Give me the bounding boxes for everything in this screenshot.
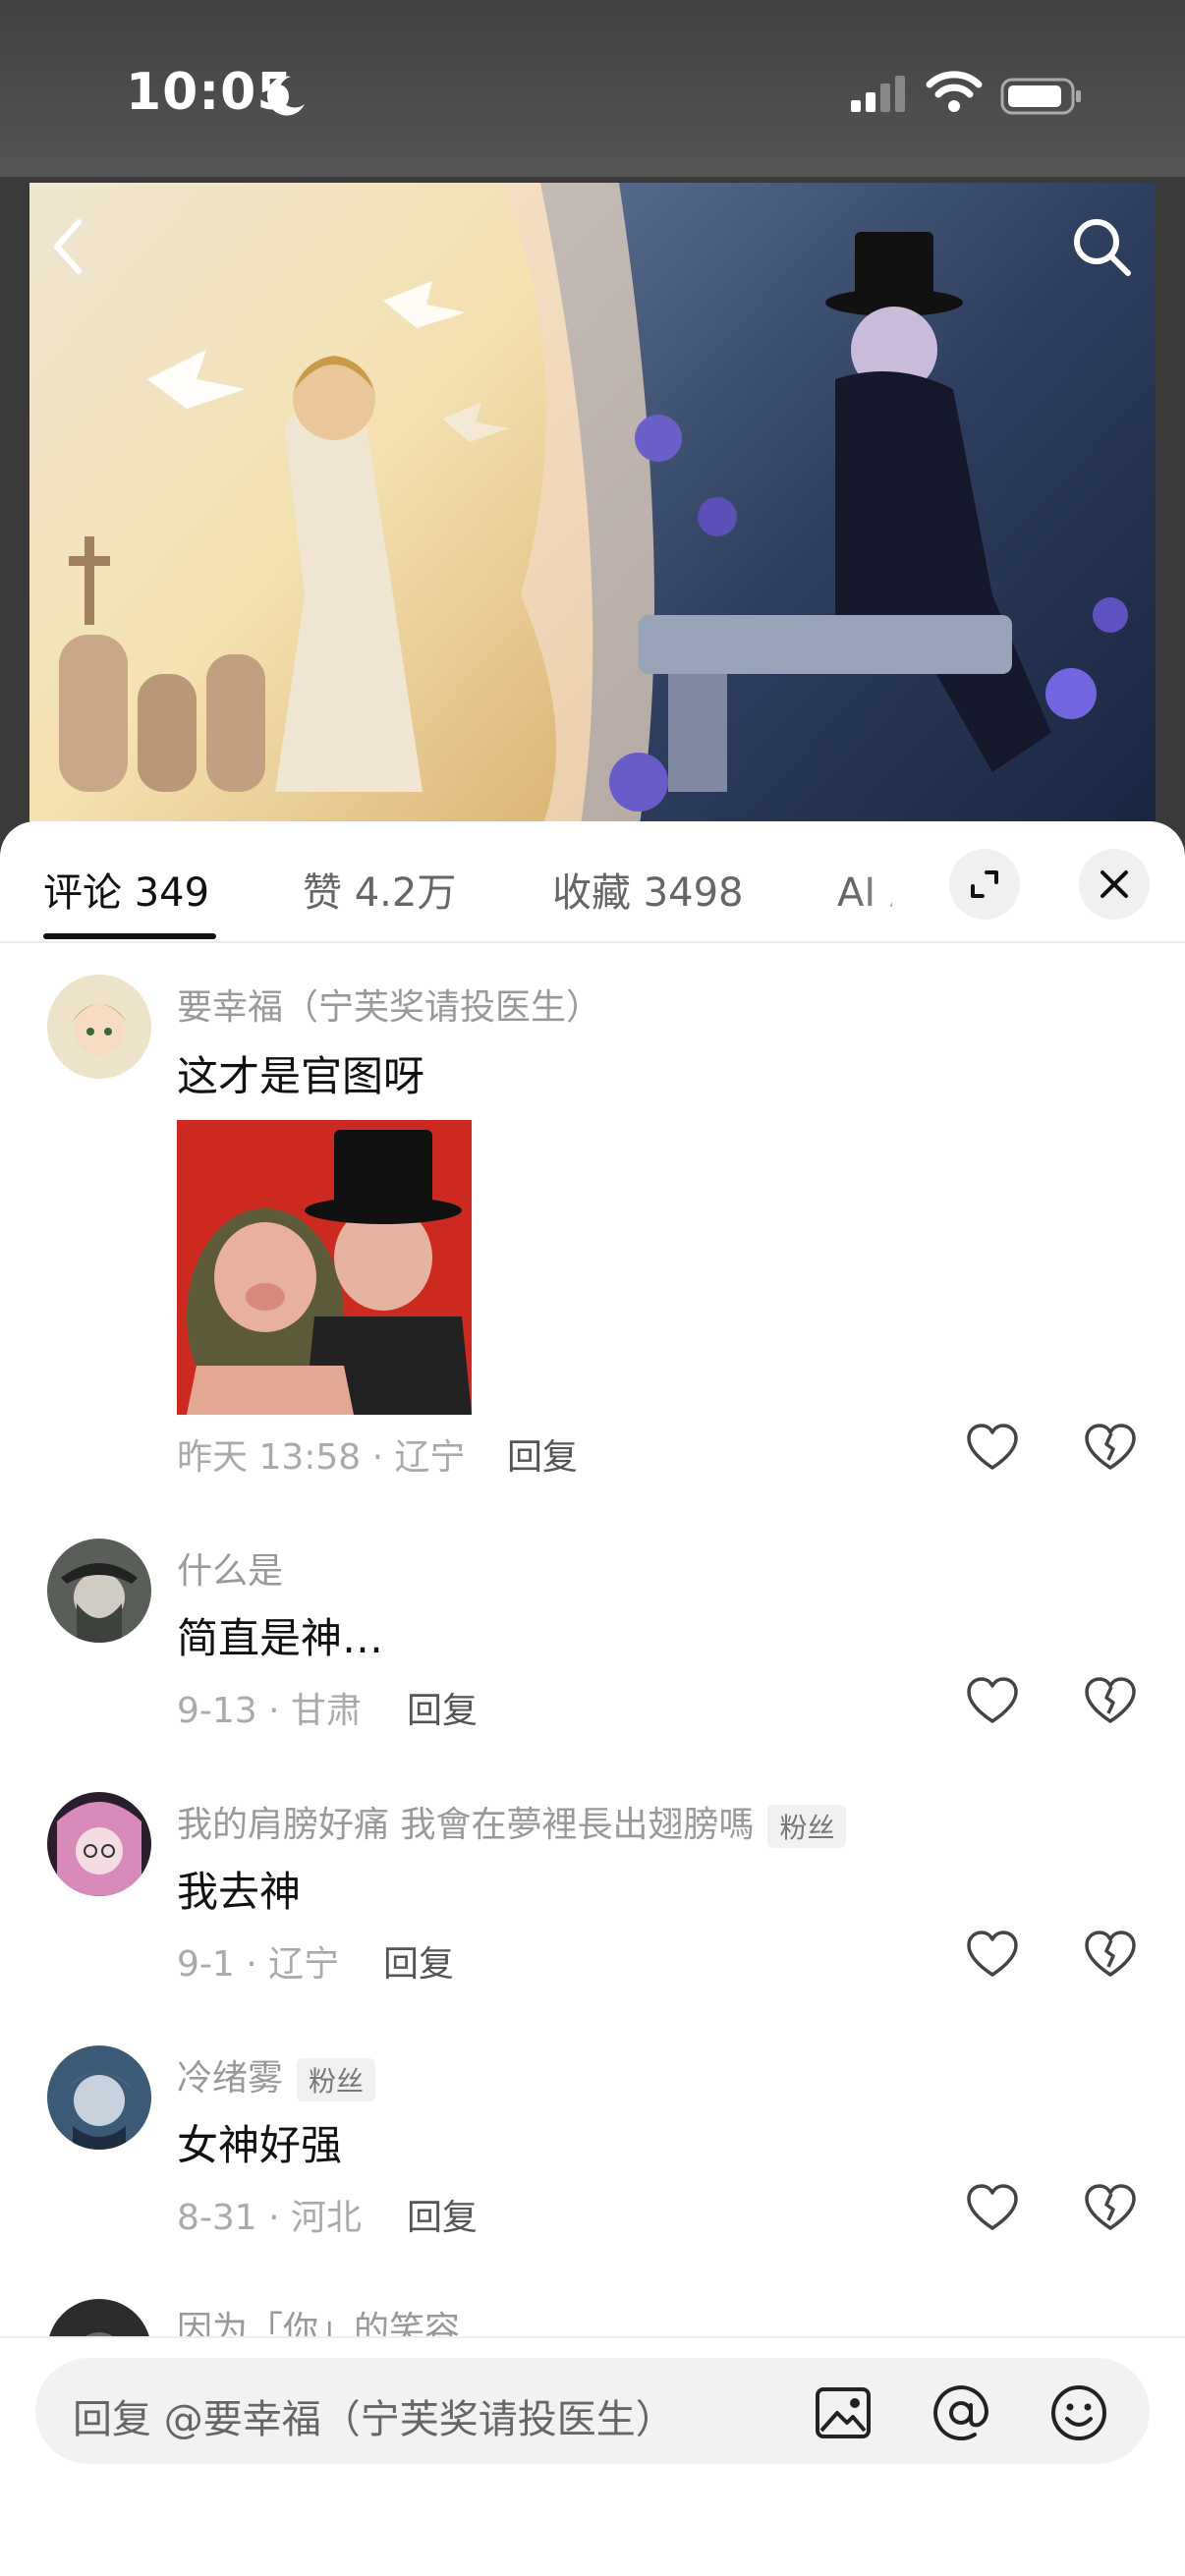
comment-text: 这才是官图呀: [177, 1052, 425, 1100]
fan-badge: 粉丝: [767, 1805, 847, 1848]
comment-username-text: 冷绪雾: [177, 2058, 284, 2099]
reply-button[interactable]: 回复: [383, 1935, 454, 1987]
reply-input[interactable]: 回复 @要幸福（宁芙奖请投医生）: [35, 2358, 1150, 2464]
status-bar: 10:05: [0, 0, 1185, 177]
avatar[interactable]: [47, 2045, 151, 2150]
tab-bar: 评论 349 赞 4.2万 收藏 3498 AI 总: [0, 821, 1185, 943]
emoji-icon[interactable]: [1047, 2381, 1110, 2444]
tab-favorites[interactable]: 收藏 3498: [552, 861, 744, 918]
comment-meta: 8-31 · 河北: [177, 2198, 363, 2238]
tab-comments[interactable]: 评论 349: [43, 861, 209, 918]
reply-button[interactable]: 回复: [407, 1682, 478, 1733]
like-icon[interactable]: [965, 1928, 1020, 1983]
tab-likes[interactable]: 赞 4.2万: [303, 861, 456, 918]
comment-text: 女神好强: [177, 2121, 343, 2169]
comment-username[interactable]: 什么是: [177, 1542, 283, 1594]
avatar[interactable]: [47, 975, 151, 1079]
comment-username[interactable]: 我的肩膀好痛 我會在夢裡長出翅膀嗎 粉丝: [177, 1796, 847, 1848]
tab-fade: [855, 841, 943, 929]
moon-icon: [266, 76, 305, 116]
reply-input-bar: 回复 @要幸福（宁芙奖请投医生）: [0, 2336, 1185, 2576]
mention-icon[interactable]: [930, 2381, 992, 2444]
image-icon[interactable]: [812, 2381, 875, 2444]
comment-username[interactable]: 要幸福（宁芙奖请投医生）: [177, 979, 601, 1030]
expand-button[interactable]: [949, 849, 1020, 920]
close-button[interactable]: [1079, 849, 1150, 920]
hero-artwork: [29, 183, 1156, 831]
comment-text: 我去神: [177, 1868, 302, 1916]
close-icon: [1100, 870, 1128, 898]
dislike-icon[interactable]: [1083, 1674, 1138, 1729]
reply-input-placeholder: 回复 @要幸福（宁芙奖请投医生）: [73, 2397, 675, 2442]
comment-meta: 9-13 · 甘肃: [177, 1691, 363, 1731]
wifi-icon: [926, 71, 983, 112]
tab-underline: [43, 933, 216, 939]
signal-icon: [851, 76, 905, 112]
battery-icon: [1000, 78, 1081, 115]
expand-icon: [971, 870, 998, 898]
dislike-icon[interactable]: [1083, 2181, 1138, 2236]
comment-username-text: 我的肩膀好痛 我會在夢裡長出翅膀嗎: [177, 1805, 755, 1845]
avatar[interactable]: [47, 1539, 151, 1643]
comment-meta: 9-1 · 辽宁: [177, 1944, 340, 1985]
like-icon[interactable]: [965, 1674, 1020, 1729]
comment-meta: 昨天 13:58 · 辽宁: [177, 1437, 466, 1478]
avatar[interactable]: [47, 1792, 151, 1896]
like-icon[interactable]: [965, 2181, 1020, 2236]
reply-button[interactable]: 回复: [507, 1428, 578, 1480]
comment-username[interactable]: 冷绪雾 粉丝: [177, 2049, 376, 2101]
back-icon[interactable]: [43, 212, 92, 281]
comment-text: 简直是神…: [177, 1614, 384, 1662]
fan-badge: 粉丝: [297, 2058, 376, 2101]
like-icon[interactable]: [965, 1421, 1020, 1476]
search-icon[interactable]: [1067, 212, 1136, 281]
reply-button[interactable]: 回复: [407, 2189, 478, 2240]
dislike-icon[interactable]: [1083, 1421, 1138, 1476]
comment-image[interactable]: [177, 1120, 472, 1415]
dislike-icon[interactable]: [1083, 1928, 1138, 1983]
